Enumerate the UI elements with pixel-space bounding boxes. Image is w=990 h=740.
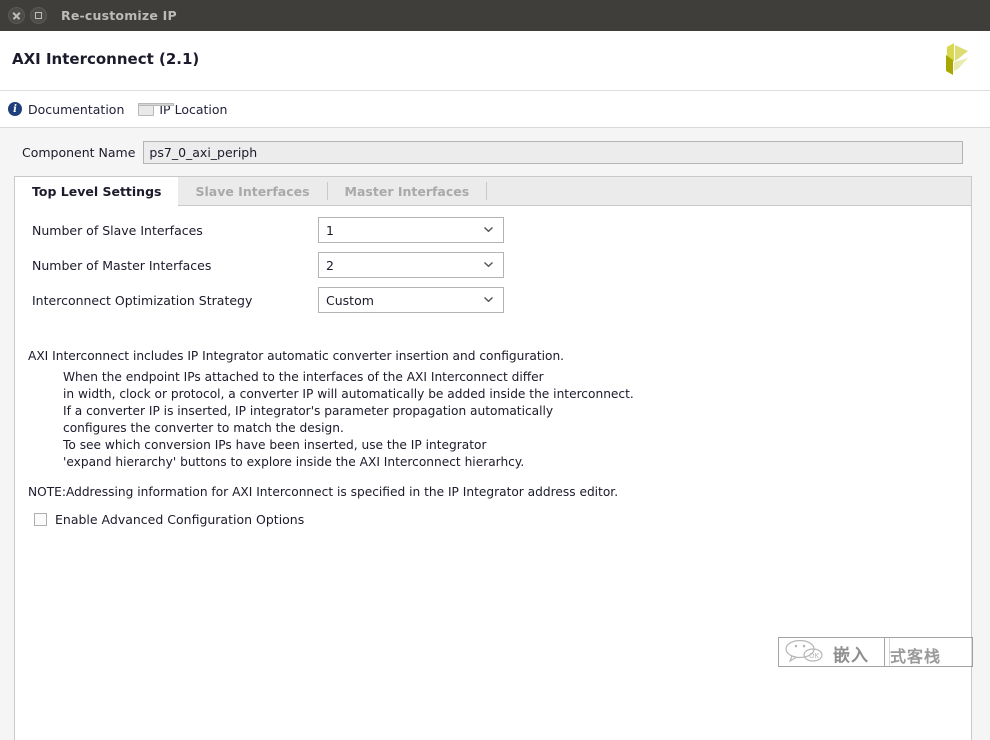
chevron-down-icon	[484, 262, 493, 267]
master-interfaces-dropdown[interactable]: 2	[318, 252, 504, 278]
description-line-5: To see which conversion IPs have been in…	[63, 437, 486, 454]
window-titlebar: Re-customize IP	[0, 0, 990, 31]
documentation-label: Documentation	[28, 102, 124, 117]
component-name-row: Component Name	[0, 140, 990, 165]
setting-row-master-interfaces: Number of Master Interfaces 2	[15, 252, 971, 278]
svg-text:OK: OK	[809, 652, 820, 660]
chevron-down-icon	[484, 227, 493, 232]
tab-label: Master Interfaces	[345, 184, 470, 199]
component-name-label: Component Name	[22, 145, 135, 160]
tab-master-interfaces[interactable]: Master Interfaces	[328, 177, 487, 205]
tab-slave-interfaces[interactable]: Slave Interfaces	[178, 177, 326, 205]
ip-header: AXI Interconnect (2.1)	[0, 31, 990, 91]
description-intro: AXI Interconnect includes IP Integrator …	[28, 348, 564, 365]
setting-label: Number of Master Interfaces	[32, 258, 318, 273]
watermark: OK 嵌入 式客栈	[778, 637, 973, 667]
tab-strip: Top Level Settings Slave Interfaces Mast…	[15, 177, 971, 206]
maximize-icon[interactable]	[30, 7, 47, 24]
description-line-4: configures the converter to match the de…	[63, 420, 344, 437]
tab-separator	[486, 182, 487, 200]
window-title: Re-customize IP	[61, 8, 177, 23]
dropdown-value: 2	[319, 258, 334, 273]
info-icon: i	[8, 102, 22, 116]
setting-label: Number of Slave Interfaces	[32, 223, 318, 238]
enable-advanced-config-checkbox-row[interactable]: Enable Advanced Configuration Options	[34, 512, 304, 527]
tab-top-level-settings[interactable]: Top Level Settings	[15, 177, 178, 206]
watermark-text-one: 嵌入	[833, 641, 869, 666]
component-name-input[interactable]	[143, 141, 963, 164]
wechat-icon: OK	[784, 640, 828, 664]
enable-advanced-config-label: Enable Advanced Configuration Options	[55, 512, 304, 527]
dialog-body: Component Name Top Level Settings Slave …	[0, 128, 990, 694]
description-note: NOTE:Addressing information for AXI Inte…	[28, 484, 618, 501]
slave-interfaces-dropdown[interactable]: 1	[318, 217, 504, 243]
dropdown-value: 1	[319, 223, 334, 238]
xilinx-logo	[928, 41, 972, 83]
dropdown-value: Custom	[319, 293, 374, 308]
optimization-strategy-dropdown[interactable]: Custom	[318, 287, 504, 313]
description-line-3: If a converter IP is inserted, IP integr…	[63, 403, 553, 420]
page-title: AXI Interconnect (2.1)	[12, 50, 199, 68]
description-line-2: in width, clock or protocol, a converter…	[63, 386, 634, 403]
enable-advanced-config-checkbox[interactable]	[34, 513, 47, 526]
chevron-down-icon	[484, 297, 493, 302]
documentation-link[interactable]: i Documentation	[8, 102, 124, 117]
toolbar: i Documentation IP Location	[0, 91, 990, 128]
description-line-6: 'expand hierarchy' buttons to explore in…	[63, 454, 524, 471]
description-line-1: When the endpoint IPs attached to the in…	[63, 369, 544, 386]
setting-label: Interconnect Optimization Strategy	[32, 293, 318, 308]
tab-label: Slave Interfaces	[195, 184, 309, 199]
folder-icon	[138, 103, 154, 116]
ip-location-link[interactable]: IP Location	[138, 102, 227, 117]
tab-label: Top Level Settings	[32, 184, 161, 199]
setting-row-slave-interfaces: Number of Slave Interfaces 1	[15, 217, 971, 243]
setting-row-optimization-strategy: Interconnect Optimization Strategy Custo…	[15, 287, 971, 313]
watermark-text-two: 式客栈	[890, 643, 941, 667]
close-icon[interactable]	[8, 7, 25, 24]
